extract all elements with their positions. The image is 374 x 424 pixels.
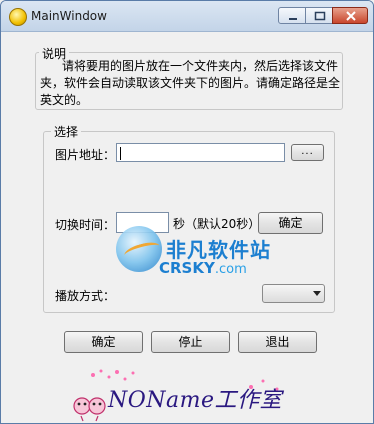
exit-button[interactable]: 退出 — [238, 331, 317, 353]
maximize-icon — [314, 11, 326, 21]
minimize-button[interactable] — [278, 7, 306, 24]
crsky-globe-logo — [116, 226, 162, 272]
play-mode-select[interactable] — [262, 284, 325, 303]
interval-hint: 秒（默认20秒） — [173, 217, 261, 231]
watermark-url-main: CRSKY — [159, 259, 215, 277]
interval-label: 切换时间： — [55, 218, 116, 232]
ok-button[interactable]: 确定 — [64, 331, 143, 353]
minimize-icon — [289, 18, 297, 20]
image-path-input[interactable] — [116, 143, 285, 162]
interval-confirm-button[interactable]: 确定 — [258, 212, 323, 234]
image-path-label: 图片地址： — [55, 148, 116, 162]
close-button[interactable] — [332, 7, 368, 24]
text-cursor — [120, 147, 121, 160]
title-bar[interactable]: MainWindow — [1, 1, 373, 32]
window-title: MainWindow — [31, 9, 107, 23]
app-smiley-icon — [9, 8, 27, 26]
selection-legend: 选择 — [51, 123, 82, 140]
main-window: MainWindow 说明 请将要用的图片放在一个文件夹内，然后选择该文件夹，软… — [0, 0, 374, 424]
watermark-url-tld: .com — [214, 262, 247, 277]
watermark-site-url: CRSKY.com — [159, 259, 247, 277]
chevron-down-icon — [313, 291, 321, 296]
description-text: 请将要用的图片放在一个文件夹内，然后选择该文件夹，软件会自动读取该文件夹下的图片… — [40, 59, 341, 107]
browse-button[interactable]: ... — [291, 144, 324, 161]
maximize-button[interactable] — [305, 7, 333, 24]
close-icon — [346, 11, 356, 21]
stop-button[interactable]: 停止 — [151, 331, 230, 353]
brand-text: NOName工作室 — [108, 388, 283, 413]
play-mode-label: 播放方式： — [55, 289, 116, 303]
cartoon-characters-icon — [73, 397, 106, 422]
